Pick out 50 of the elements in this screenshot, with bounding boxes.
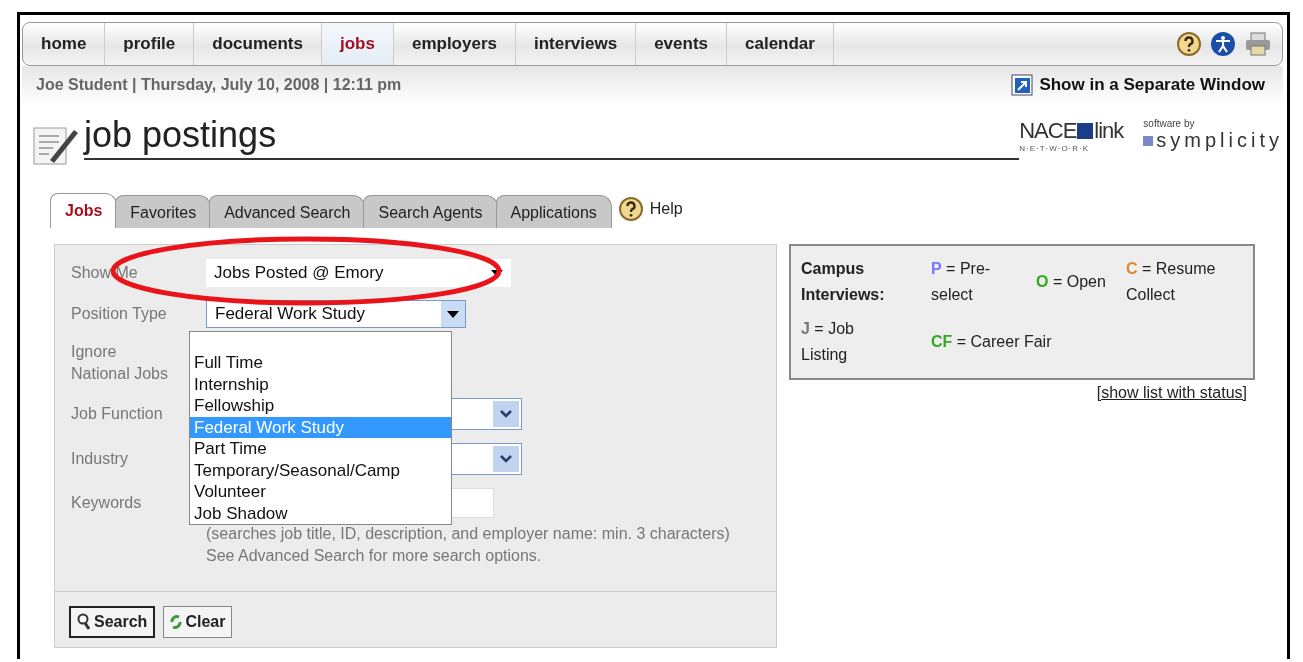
show-list-link[interactable]: [show list with status] xyxy=(1096,384,1247,402)
legend-item: O = Open xyxy=(1036,272,1107,292)
help-icon[interactable] xyxy=(617,196,644,222)
legend-item: P = Pre-select xyxy=(931,259,992,305)
field-label: Ignore National Jobs xyxy=(71,342,169,384)
chevron-down-icon xyxy=(499,409,513,419)
help-link[interactable]: Help xyxy=(649,200,683,218)
nav-tab[interactable]: documents xyxy=(194,23,322,65)
legend-item: CF = Career Fair xyxy=(931,332,1053,352)
search-icon xyxy=(77,613,91,631)
nacelink-logo: NACE link N·E·T·W·O·R·K xyxy=(1019,118,1124,153)
nav-tab[interactable]: home xyxy=(23,23,106,65)
dropdown-option[interactable]: Temporary/Seasonal/Camp xyxy=(190,459,451,481)
field-label: Show Me xyxy=(71,263,139,283)
symplicity-logo: software by symplicity xyxy=(1143,118,1283,153)
clear-button[interactable]: Clear xyxy=(163,606,233,638)
external-window-icon xyxy=(1011,74,1034,96)
user-date-text: Joe Student | Thursday, July 10, 2008 | 12:11 pm xyxy=(36,76,402,94)
show-me-select[interactable]: Jobs Posted @ Emory xyxy=(206,259,511,287)
dropdown-option[interactable]: Volunteer xyxy=(190,481,451,503)
refresh-icon xyxy=(170,613,183,631)
legend-item: C = Resume Collect xyxy=(1126,259,1217,305)
page-title: job postings xyxy=(84,114,1020,160)
legend-title: Campus Interviews: xyxy=(801,259,886,305)
dropdown-option[interactable]: Fellowship xyxy=(190,395,451,417)
accessibility-icon[interactable] xyxy=(1210,31,1236,57)
nav-tab[interactable]: interviews xyxy=(516,23,637,65)
hint-text: (searches job title, ID, description, and employer name: min. 3 characters) xyxy=(206,524,731,544)
nav-tab[interactable]: jobs xyxy=(322,23,394,65)
dropdown-option[interactable]: Full Time xyxy=(190,352,451,374)
tab[interactable]: Search Agents xyxy=(363,195,498,228)
dropdown-option[interactable]: Internship xyxy=(190,373,451,395)
print-icon[interactable] xyxy=(1244,31,1272,57)
dropdown-option[interactable]: Job Shadow xyxy=(190,502,451,524)
nav-tab[interactable]: employers xyxy=(393,23,516,65)
nav-tab[interactable]: profile xyxy=(105,23,195,65)
tab[interactable]: Favorites xyxy=(115,195,212,228)
hint-text: See Advanced Search for more search options. xyxy=(206,546,543,566)
field-label: Position Type xyxy=(71,304,168,324)
legend-item: J = Job Listing xyxy=(801,319,855,365)
tab[interactable]: Applications xyxy=(495,195,612,228)
nav-tab[interactable]: calendar xyxy=(727,23,834,65)
search-button[interactable]: Search xyxy=(69,606,156,638)
tab[interactable]: Advanced Search xyxy=(209,195,366,228)
tab[interactable]: Jobs xyxy=(50,193,118,228)
nav-tab[interactable]: events xyxy=(636,23,727,65)
chevron-down-icon xyxy=(499,454,513,464)
help-icon[interactable] xyxy=(1176,31,1202,57)
separate-window-link[interactable]: Show in a Separate Window xyxy=(1011,74,1265,96)
dropdown-option[interactable]: Part Time xyxy=(190,438,451,460)
